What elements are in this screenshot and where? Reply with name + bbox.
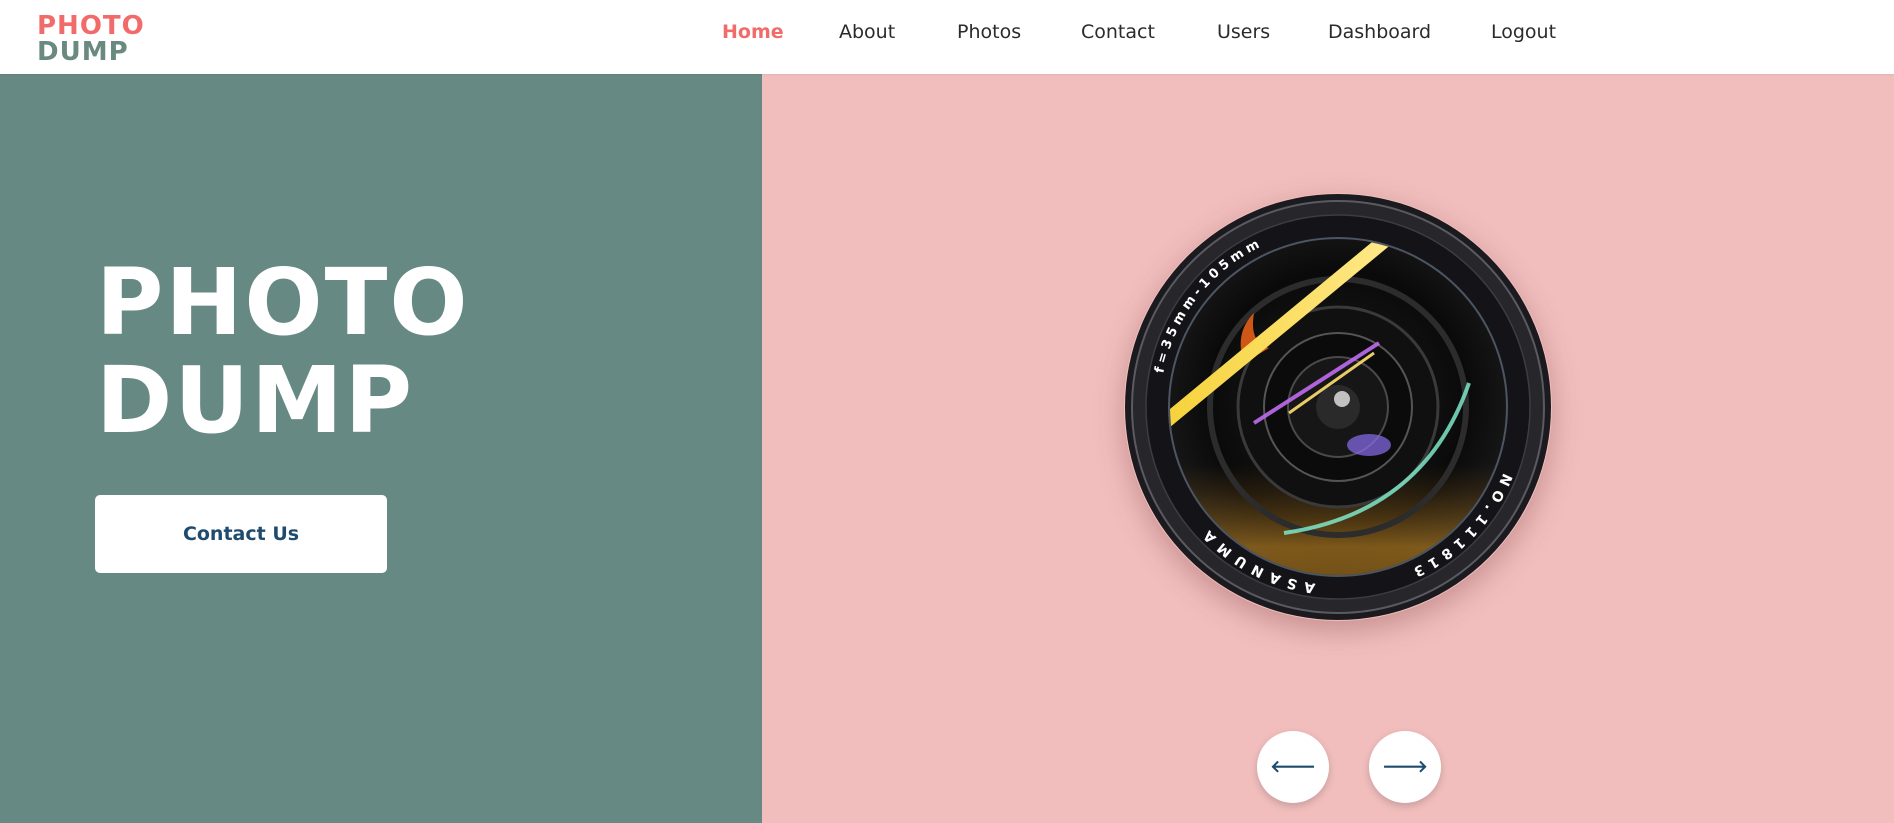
hero-title: PHOTO DUMP [96,254,470,450]
camera-lens-image: NO.111813 f=35mm-105mm ASANUMA [1124,193,1552,621]
nav-item-photos[interactable]: Photos [957,20,1021,44]
hero-title-line1: PHOTO [96,249,470,356]
nav-item-dashboard[interactable]: Dashboard [1328,20,1431,44]
carousel-next-button[interactable]: 🡒 [1369,731,1441,803]
nav-item-home[interactable]: Home [722,20,784,44]
site-header: PHOTO DUMP Home About Photos Contact Use… [0,0,1894,74]
hero-title-line2: DUMP [96,347,415,454]
arrow-left-icon: 🡐 [1270,757,1316,777]
carousel-prev-button[interactable]: 🡐 [1257,731,1329,803]
nav-item-logout[interactable]: Logout [1491,20,1556,44]
contact-us-button[interactable]: Contact Us [95,495,387,573]
nav-item-contact[interactable]: Contact [1081,20,1155,44]
camera-lens-graphic: NO.111813 f=35mm-105mm ASANUMA [1125,194,1551,620]
nav-item-about[interactable]: About [839,20,895,44]
nav-item-users[interactable]: Users [1217,20,1270,44]
arrow-right-icon: 🡒 [1382,757,1428,777]
main-nav: Home About Photos Contact Users Dashboar… [0,0,1894,74]
